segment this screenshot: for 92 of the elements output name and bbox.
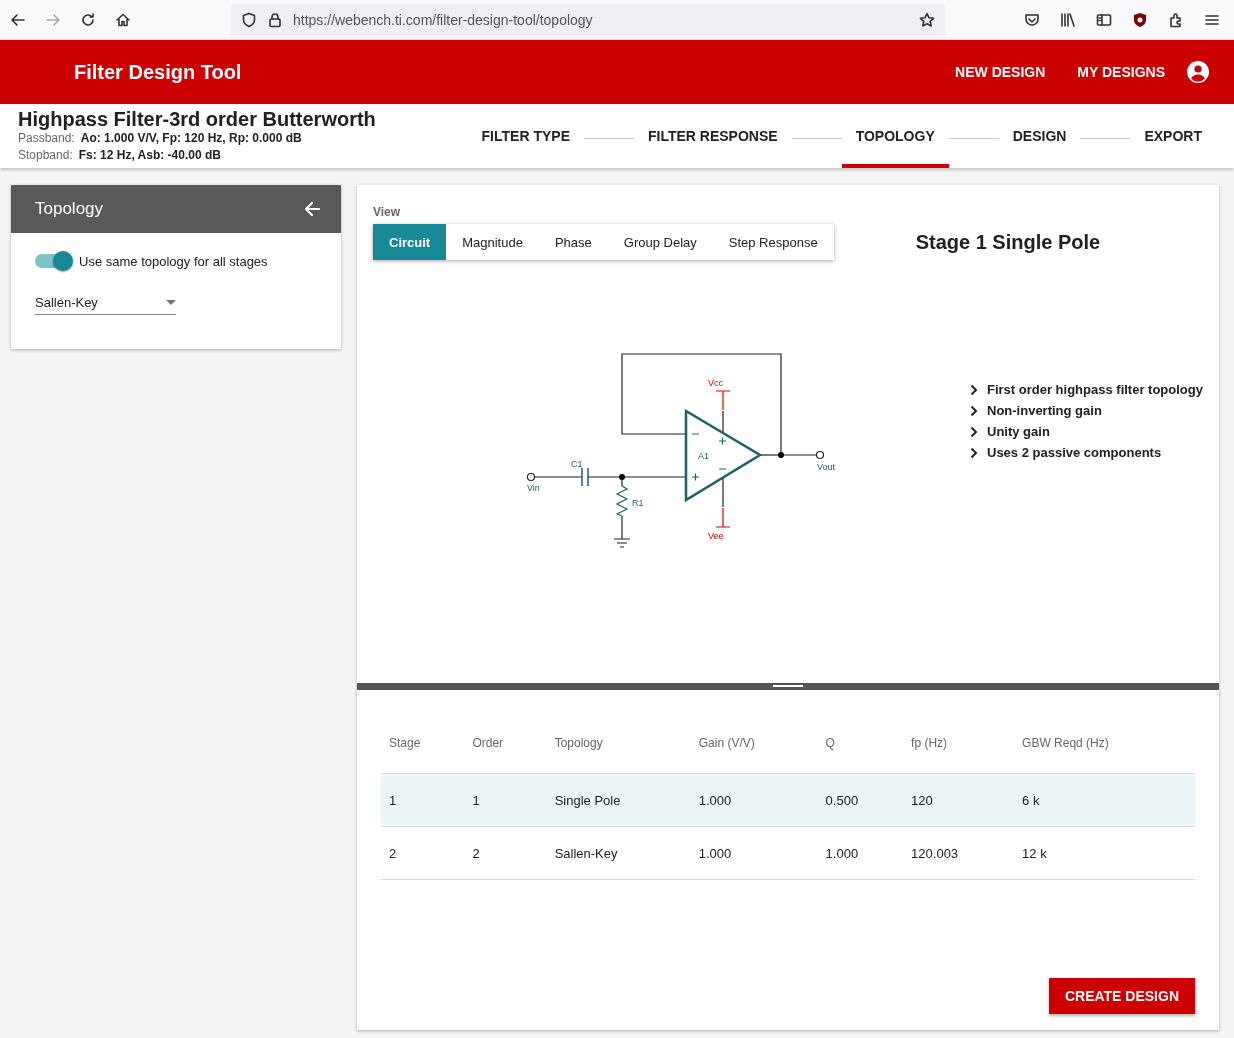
- chevron-icon: [970, 425, 978, 438]
- spec-label: Passband:: [18, 130, 75, 147]
- supply-pin: [715, 507, 731, 528]
- nav-link[interactable]: MY DESIGNS: [1066, 56, 1176, 88]
- table-cell: Sallen-Key: [546, 826, 691, 880]
- spec-value: Fs: 12 Hz, Asb: -40.00 dB: [78, 147, 221, 164]
- chevron-icon: [970, 446, 978, 459]
- sidebar-icon[interactable]: [1096, 11, 1112, 28]
- view-tab[interactable]: Circuit: [373, 224, 447, 260]
- table-cell: 120.003: [903, 826, 1015, 880]
- wire: [722, 410, 724, 434]
- component-label: Vcc: [708, 378, 723, 388]
- shield-extension-icon[interactable]: [1132, 11, 1148, 28]
- view-tab[interactable]: Group Delay: [607, 224, 713, 260]
- feature-text: Unity gain: [987, 424, 1050, 439]
- view-label: View: [373, 205, 402, 219]
- feature-text: First order highpass filter topology: [987, 382, 1203, 397]
- chevron-icon: [970, 404, 978, 417]
- back-arrow-icon[interactable]: [303, 200, 321, 218]
- url-text: https://webench.ti.com/filter-design-tool/topology: [293, 11, 593, 28]
- toggle-label: Use same topology for all stages: [79, 253, 268, 269]
- supply-pin: [715, 390, 731, 411]
- nav-link[interactable]: NEW DESIGN: [944, 56, 1057, 88]
- capacitor-symbol: [581, 467, 589, 487]
- pocket-icon[interactable]: [1024, 11, 1040, 28]
- table-cell: 2: [464, 826, 547, 880]
- step-tab[interactable]: EXPORT: [1130, 104, 1216, 168]
- table-cell: 1: [381, 773, 465, 827]
- lock-icon: [267, 11, 283, 28]
- topology-select[interactable]: Sallen-Key: [35, 295, 176, 315]
- feature-text: Uses 2 passive components: [987, 445, 1162, 460]
- spec-value: Ao: 1.000 V/V, Fp: 120 Hz, Rp: 0.000 dB: [80, 130, 302, 147]
- wire: [722, 477, 724, 508]
- home-icon[interactable]: [115, 11, 131, 28]
- step-tab[interactable]: FILTER TYPE: [467, 104, 584, 168]
- view-tab[interactable]: Phase: [538, 224, 608, 260]
- wire: [534, 476, 583, 478]
- table-cell: Single Pole: [546, 773, 691, 827]
- component-label: R1: [632, 498, 644, 508]
- component-label: Vee: [708, 531, 724, 541]
- design-title: Highpass Filter-3rd order Butterworth: [18, 108, 377, 130]
- back-icon[interactable]: [10, 11, 26, 28]
- table-cell: 120: [903, 773, 1015, 827]
- create-design-button[interactable]: CREATE DESIGN: [1048, 978, 1195, 1014]
- account-icon[interactable]: [1186, 60, 1210, 84]
- wire: [621, 515, 623, 540]
- table-cell: 1.000: [690, 773, 818, 827]
- ground-symbol: [613, 538, 631, 548]
- table-cell: 12 k: [1014, 826, 1195, 880]
- table-row[interactable]: 1 1 Single Pole 1.000 0.500 120 6 k: [381, 773, 1195, 827]
- step-tab[interactable]: TOPOLOGY: [841, 104, 949, 168]
- chevron-icon: [970, 383, 978, 396]
- table-cell: 1.000: [690, 826, 818, 880]
- address-bar[interactable]: https://webench.ti.com/filter-design-tool/topology: [231, 3, 945, 36]
- step-tab[interactable]: DESIGN: [998, 104, 1081, 168]
- spec-label: Stopband:: [18, 147, 73, 164]
- step-tab[interactable]: FILTER RESPONSE: [634, 104, 792, 168]
- column-header: Topology: [546, 720, 691, 774]
- reload-icon[interactable]: [80, 11, 96, 28]
- terminal-icon: [815, 450, 825, 460]
- table-cell: 0.500: [817, 773, 904, 827]
- component-label: Vin: [527, 483, 540, 493]
- table-cell: 1.000: [817, 826, 904, 880]
- puzzle-icon[interactable]: [1168, 11, 1184, 28]
- table-cell: 1: [464, 773, 547, 827]
- resistor-symbol: [615, 485, 629, 517]
- terminal-icon: [526, 472, 536, 482]
- panel-title: Topology: [35, 199, 104, 219]
- column-header: Gain (V/V): [690, 720, 818, 774]
- column-header: fp (Hz): [903, 720, 1015, 774]
- view-tab[interactable]: Magnitude: [446, 224, 539, 260]
- stage-title: Stage 1 Single Pole: [915, 231, 1101, 254]
- feature-text: Non-inverting gain: [987, 403, 1102, 418]
- component-label: A1: [698, 451, 709, 461]
- column-header: GBW Reqd (Hz): [1014, 720, 1195, 774]
- column-header: Order: [464, 720, 547, 774]
- dropdown-caret-icon: [166, 300, 176, 305]
- toggle-switch[interactable]: [35, 254, 71, 268]
- shield-icon: [241, 11, 257, 28]
- view-tab[interactable]: Step Response: [712, 224, 834, 260]
- table-cell: 2: [381, 826, 465, 880]
- table-row[interactable]: 2 2 Sallen-Key 1.000 1.000 120.003 12 k: [381, 826, 1195, 880]
- component-label: Vout: [817, 462, 836, 472]
- junction-dot: [619, 474, 625, 480]
- component-label: C1: [571, 459, 583, 469]
- column-header: Stage: [381, 720, 465, 774]
- table-cell: 6 k: [1014, 773, 1195, 827]
- app-title: Filter Design Tool: [74, 60, 243, 84]
- junction-dot: [778, 452, 784, 458]
- library-icon[interactable]: [1060, 11, 1076, 28]
- column-header: Q: [817, 720, 904, 774]
- star-icon[interactable]: [919, 11, 935, 28]
